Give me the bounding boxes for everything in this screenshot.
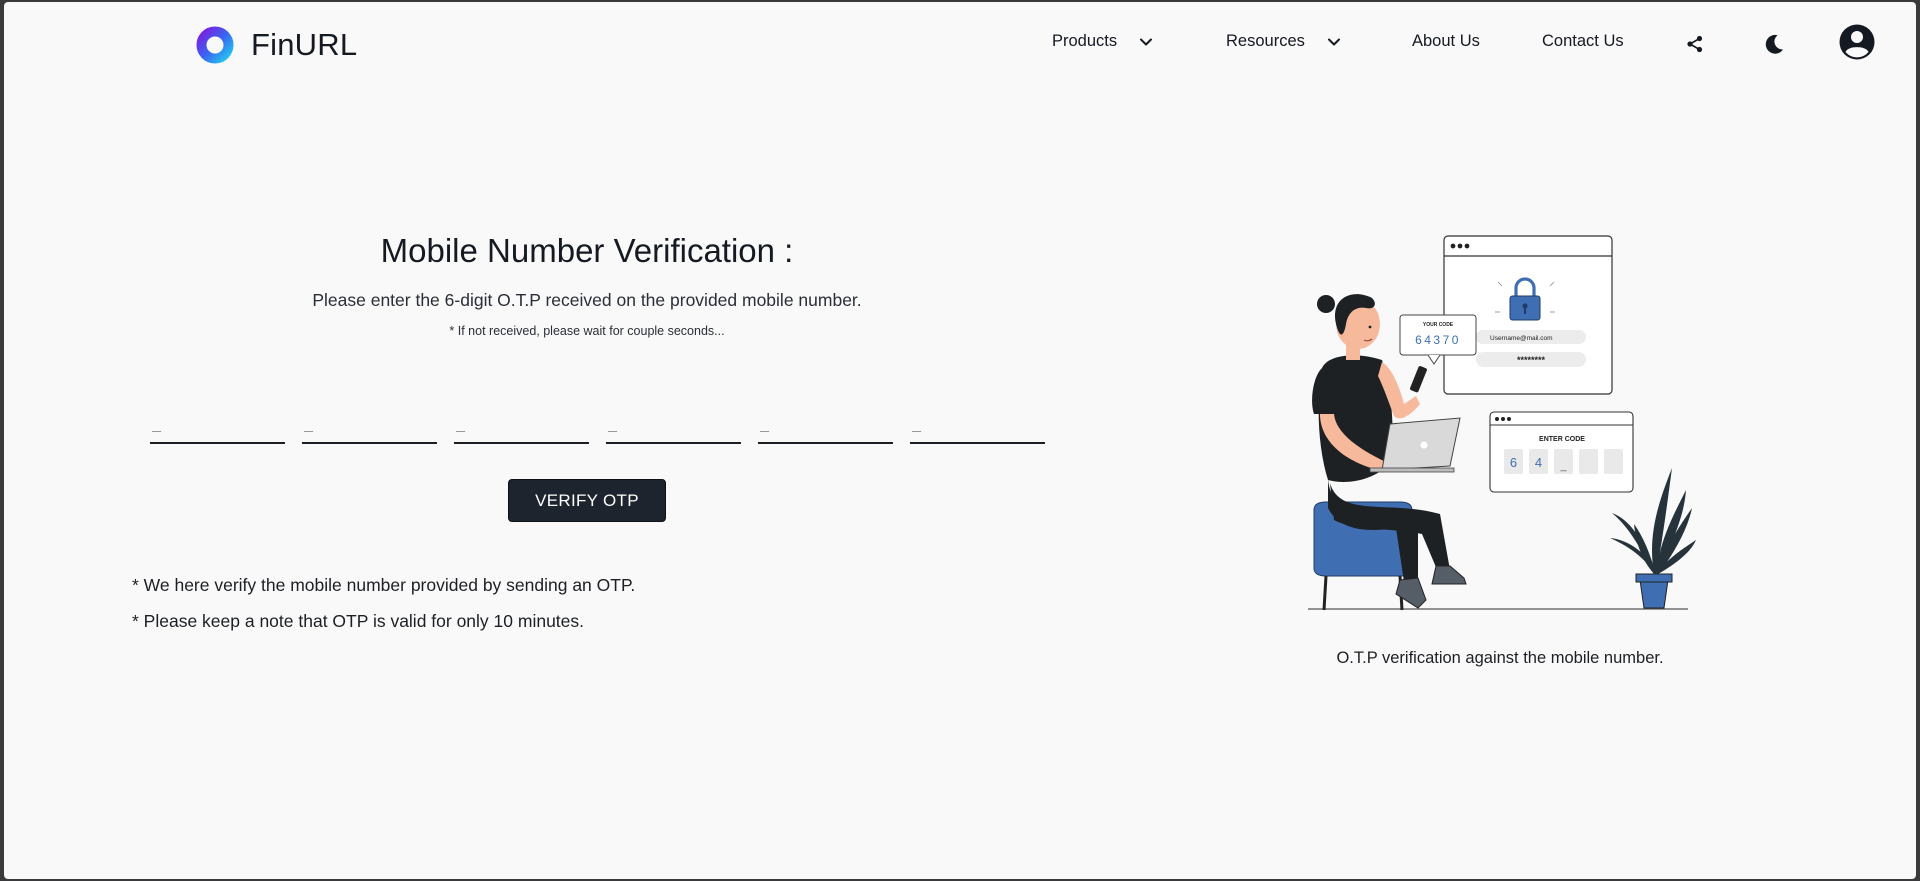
otp-digit-5-input[interactable]	[758, 408, 893, 444]
nav-contact-us-label: Contact Us	[1542, 32, 1624, 50]
finurl-logo-icon	[196, 26, 234, 64]
illustration-username: Username@mail.com	[1490, 335, 1553, 342]
navbar: FinURL Products Resources About Us Conta…	[4, 2, 1916, 86]
share-icon[interactable]	[1686, 35, 1704, 53]
nav-resources[interactable]: Resources	[1226, 32, 1341, 51]
page: FinURL Products Resources About Us Conta…	[4, 2, 1916, 879]
illustration-code: 64370	[1415, 333, 1461, 347]
nav-products[interactable]: Products	[1052, 32, 1153, 51]
illustration-entered-digit-2: 4	[1535, 455, 1542, 470]
otp-note-verify: * We here verify the mobile number provi…	[132, 575, 636, 595]
illustration-entered-digit-1: 6	[1510, 455, 1517, 470]
illustration-your-code-label: YOUR CODE	[1423, 322, 1454, 328]
nav-contact-us[interactable]: Contact Us	[1542, 32, 1624, 51]
enter-code-window-graphic: ENTER CODE 6 4 _	[1489, 411, 1634, 493]
brand-name: FinURL	[251, 27, 358, 62]
nav-about-us[interactable]: About Us	[1412, 32, 1480, 51]
otp-digit-1-input[interactable]	[150, 408, 285, 444]
otp-verification-illustration: Username@mail.com ******** YOUR CODE 643…	[1308, 235, 1696, 611]
moon-icon[interactable]	[1762, 32, 1786, 56]
otp-wait-hint: * If not received, please wait for coupl…	[449, 324, 725, 338]
verify-otp-button[interactable]: VERIFY OTP	[508, 479, 666, 522]
otp-digit-4-input[interactable]	[606, 408, 741, 444]
page-title: Mobile Number Verification :	[380, 232, 794, 269]
nav-about-us-label: About Us	[1412, 32, 1480, 50]
nav-products-label: Products	[1052, 32, 1118, 50]
chevron-down-icon	[1327, 38, 1340, 45]
otp-digit-6-input[interactable]	[910, 408, 1045, 444]
illustration-entered-digit-3: _	[1559, 460, 1567, 472]
illustration-password: ********	[1517, 355, 1546, 365]
otp-note-validity: * Please keep a note that OTP is valid f…	[132, 611, 585, 631]
otp-digit-3-input[interactable]	[454, 408, 589, 444]
chevron-down-icon	[1140, 38, 1153, 45]
otp-instructions: Please enter the 6-digit O.T.P received …	[312, 290, 862, 310]
otp-digit-2-input[interactable]	[302, 408, 437, 444]
account-circle-icon[interactable]	[1838, 23, 1876, 61]
illustration-enter-code-label: ENTER CODE	[1539, 436, 1585, 443]
nav-resources-label: Resources	[1226, 32, 1305, 50]
illustration-caption: O.T.P verification against the mobile nu…	[1336, 649, 1664, 667]
brand-link[interactable]: FinURL	[196, 26, 357, 64]
